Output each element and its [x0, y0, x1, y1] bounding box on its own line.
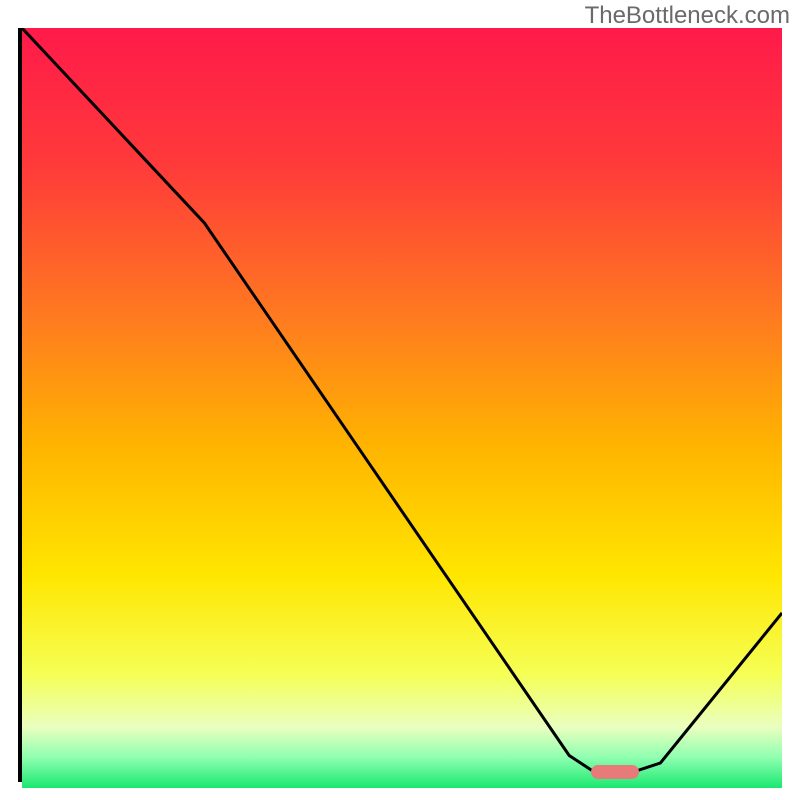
curve [22, 28, 782, 778]
chart-wrapper: TheBottleneck.com [0, 0, 800, 800]
watermark-text: TheBottleneck.com [585, 2, 790, 30]
plot-frame [18, 28, 782, 782]
optimal-marker [591, 765, 639, 779]
